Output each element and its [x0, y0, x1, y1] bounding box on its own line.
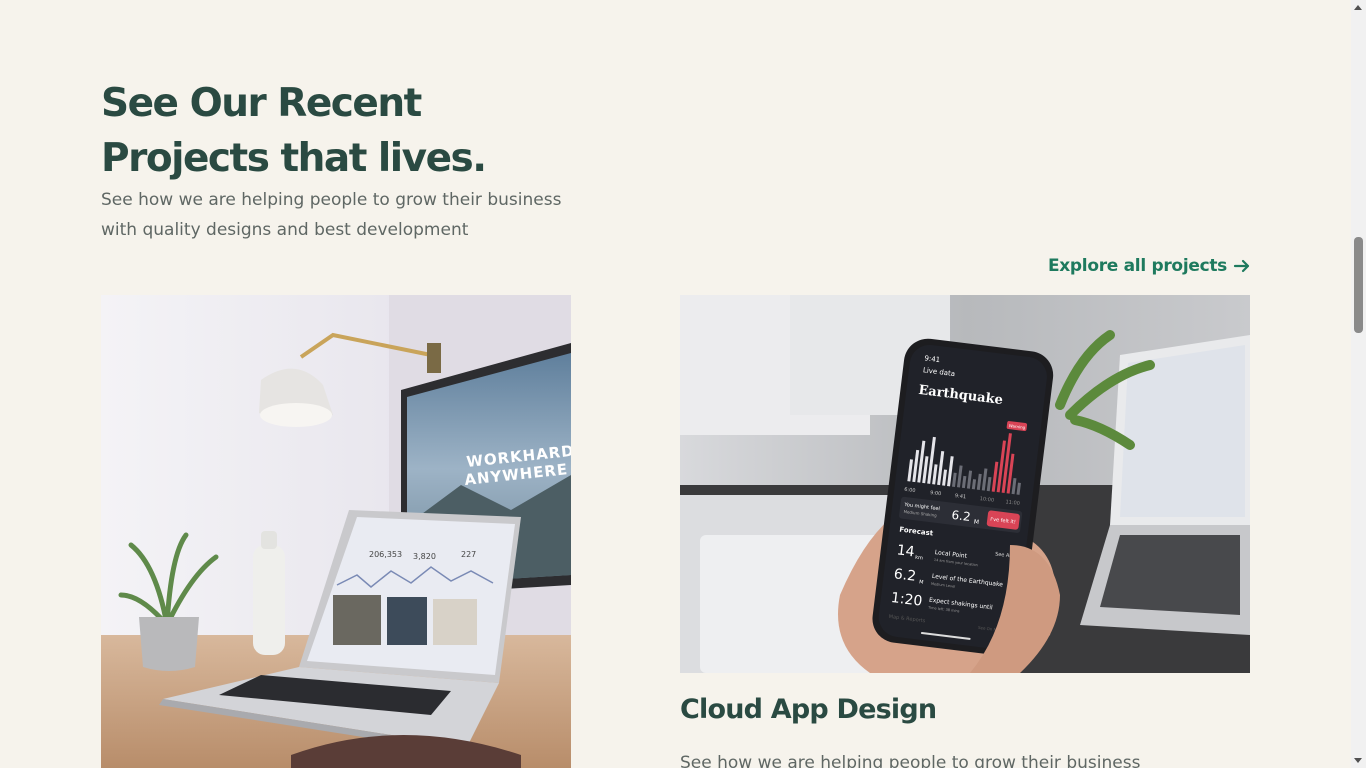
scroll-up-arrow-icon[interactable]: [1354, 5, 1362, 10]
laptop-stat-2: 3,820: [413, 552, 436, 561]
phone-row2-unit: M: [919, 579, 924, 585]
subtitle-line-2: with quality designs and best developmen…: [101, 220, 469, 240]
laptop-stat-3: 227: [461, 550, 476, 559]
arrow-right-icon: [1233, 259, 1250, 273]
project-image-workspace[interactable]: WORKHARD ANYWHERE 206,353 3,820 227: [101, 295, 571, 768]
section-subtitle: See how we are helping people to grow th…: [101, 185, 571, 245]
subtitle-line-1: See how we are helping people to grow th…: [101, 190, 562, 210]
workspace-photo: WORKHARD ANYWHERE 206,353 3,820 227: [101, 295, 571, 768]
laptop-stat-1: 206,353: [369, 550, 402, 559]
page: See Our Recent Projects that lives. See …: [0, 0, 1351, 768]
project-image-cloud-app[interactable]: 9:41 Live data Earthquake Warning 6:00 9…: [680, 295, 1250, 673]
scrollbar-thumb[interactable]: [1354, 237, 1363, 333]
heading-line-2: Projects that lives.: [101, 136, 487, 181]
phone-row1-unit: km: [915, 555, 924, 562]
project-description: See how we are helping people to grow th…: [680, 753, 1141, 768]
heading-line-1: See Our Recent: [101, 81, 422, 126]
phone-feel-value: 6.2: [951, 508, 972, 524]
section-heading: See Our Recent Projects that lives.: [101, 76, 621, 186]
project-title[interactable]: Cloud App Design: [680, 694, 937, 725]
phone-feel-unit: M: [973, 519, 979, 527]
vertical-scrollbar[interactable]: [1351, 0, 1366, 768]
explore-label: Explore all projects: [1047, 256, 1227, 276]
explore-all-projects-link[interactable]: Explore all projects: [1048, 256, 1251, 276]
phone-row1-value: 14: [896, 542, 916, 560]
phone-app-photo: 9:41 Live data Earthquake Warning 6:00 9…: [680, 295, 1250, 673]
scroll-down-arrow-icon[interactable]: [1354, 758, 1362, 763]
phone-row2-value: 6.2: [893, 566, 917, 585]
